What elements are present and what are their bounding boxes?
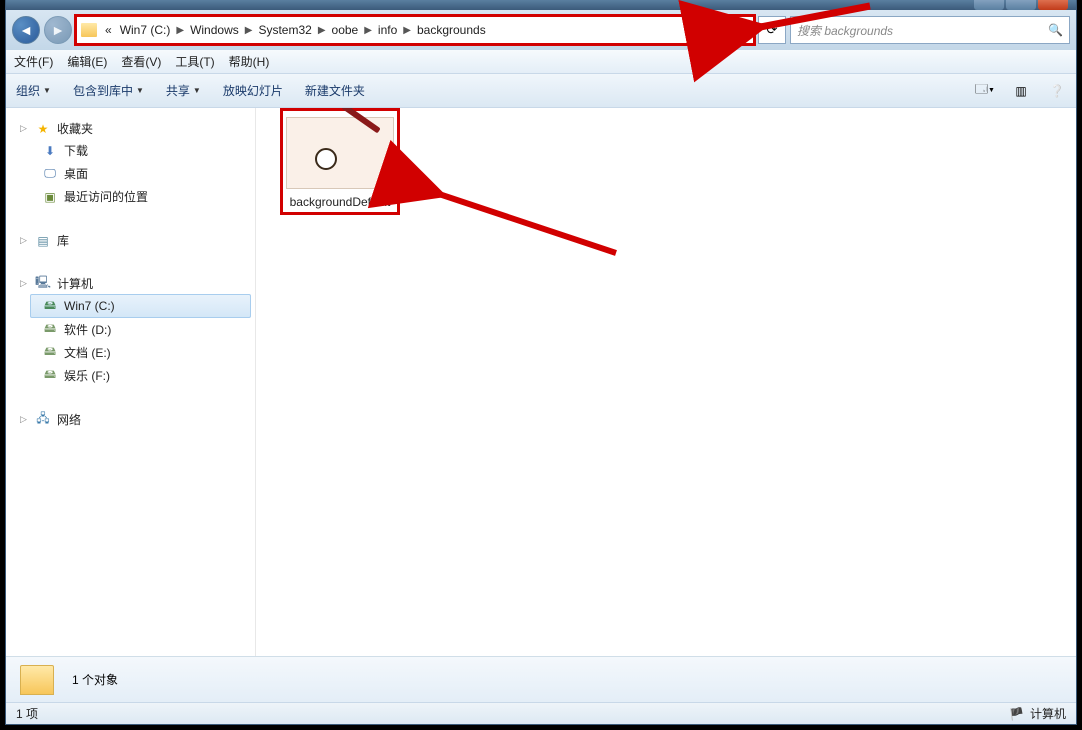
tool-slideshow[interactable]: 放映幻灯片: [223, 82, 283, 99]
window-titlebar: [6, 0, 1076, 10]
breadcrumb-windows[interactable]: Windows: [186, 23, 243, 37]
refresh-button[interactable]: ⟳: [758, 16, 786, 44]
status-left: 1 项: [16, 705, 38, 722]
back-button[interactable]: ◄: [12, 16, 40, 44]
sidebar-desktop[interactable]: 🖵桌面: [20, 162, 251, 185]
address-dropdown[interactable]: ▼: [728, 25, 749, 35]
sidebar-libraries[interactable]: ▷▤库: [20, 230, 251, 251]
object-count: 1 个对象: [72, 671, 118, 688]
preview-pane-icon[interactable]: ▥: [1012, 82, 1030, 100]
drive-icon: 🖴: [42, 345, 58, 361]
address-bar[interactable]: « Win7 (C:) ▶ Windows ▶ System32 ▶ oobe …: [76, 16, 754, 44]
sidebar-favorites[interactable]: ▷★收藏夹: [20, 118, 251, 139]
file-item[interactable]: backgroundDefault: [280, 108, 400, 215]
breadcrumb-oobe[interactable]: oobe: [328, 23, 363, 37]
status-bar: 1 项 🏴 计算机: [6, 702, 1076, 724]
status-right: 计算机: [1030, 705, 1066, 722]
tool-share[interactable]: 共享▼: [166, 82, 201, 99]
folder-icon: [20, 665, 54, 695]
chevron-right-icon[interactable]: ▶: [243, 25, 255, 36]
file-name: backgroundDefault: [285, 195, 395, 210]
tool-organize[interactable]: 组织▼: [16, 82, 51, 99]
sidebar-computer[interactable]: ▷🖳计算机: [20, 273, 251, 294]
menu-help[interactable]: 帮助(H): [229, 53, 270, 70]
navigation-pane: ▷★收藏夹 ⬇下载 🖵桌面 ▣最近访问的位置 ▷▤库 ▷🖳计算机 🖴Win7 (…: [6, 108, 256, 656]
network-icon: 🖧: [35, 412, 51, 428]
sidebar-drive-e[interactable]: 🖴文档 (E:): [20, 341, 251, 364]
file-thumbnail: [286, 117, 394, 189]
breadcrumb-backgrounds[interactable]: backgrounds: [413, 23, 490, 37]
breadcrumb-root[interactable]: «: [101, 23, 116, 37]
menu-bar: 文件(F) 编辑(E) 查看(V) 工具(T) 帮助(H): [6, 50, 1076, 74]
chevron-right-icon[interactable]: ▶: [174, 25, 186, 36]
navigation-row: ◄ ► « Win7 (C:) ▶ Windows ▶ System32 ▶ o…: [6, 10, 1076, 50]
sidebar-recent[interactable]: ▣最近访问的位置: [20, 185, 251, 208]
menu-tools[interactable]: 工具(T): [175, 53, 214, 70]
sidebar-downloads[interactable]: ⬇下载: [20, 139, 251, 162]
chevron-right-icon[interactable]: ▶: [362, 25, 374, 36]
search-placeholder: 搜索 backgrounds: [797, 22, 893, 39]
drive-icon: 🖴: [42, 298, 58, 314]
content-pane[interactable]: backgroundDefault: [256, 108, 1076, 656]
minimize-button[interactable]: [974, 0, 1004, 10]
sidebar-drive-d[interactable]: 🖴软件 (D:): [20, 318, 251, 341]
help-icon[interactable]: ❔: [1048, 82, 1066, 100]
details-pane: 1 个对象: [6, 656, 1076, 702]
sidebar-network[interactable]: ▷🖧网络: [20, 409, 251, 430]
chevron-right-icon[interactable]: ▶: [401, 25, 413, 36]
maximize-button[interactable]: [1006, 0, 1036, 10]
folder-icon: [81, 23, 97, 37]
annotation-arrow: [426, 143, 626, 268]
menu-view[interactable]: 查看(V): [121, 53, 161, 70]
toolbar: 组织▼ 包含到库中▼ 共享▼ 放映幻灯片 新建文件夹 🗔▼ ▥ ❔: [6, 74, 1076, 108]
menu-file[interactable]: 文件(F): [14, 53, 53, 70]
flag-icon: 🏴: [1009, 707, 1024, 721]
drive-icon: 🖴: [42, 322, 58, 338]
breadcrumb-system32[interactable]: System32: [254, 23, 315, 37]
search-icon[interactable]: 🔍: [1048, 23, 1063, 37]
sidebar-drive-f[interactable]: 🖴娱乐 (F:): [20, 364, 251, 387]
recent-icon: ▣: [42, 189, 58, 205]
breadcrumb-drive[interactable]: Win7 (C:): [116, 23, 175, 37]
drive-icon: 🖴: [42, 368, 58, 384]
library-icon: ▤: [35, 233, 51, 249]
menu-edit[interactable]: 编辑(E): [67, 53, 107, 70]
sidebar-drive-c[interactable]: 🖴Win7 (C:): [30, 294, 251, 318]
desktop-icon: 🖵: [42, 166, 58, 182]
star-icon: ★: [35, 121, 51, 137]
breadcrumb-info[interactable]: info: [374, 23, 401, 37]
close-button[interactable]: [1038, 0, 1068, 10]
view-options-icon[interactable]: 🗔▼: [976, 82, 994, 100]
computer-icon: 🖳: [35, 276, 51, 292]
tool-include[interactable]: 包含到库中▼: [73, 82, 144, 99]
chevron-right-icon[interactable]: ▶: [316, 25, 328, 36]
tool-newfolder[interactable]: 新建文件夹: [305, 82, 365, 99]
download-icon: ⬇: [42, 143, 58, 159]
search-input[interactable]: 搜索 backgrounds 🔍: [790, 16, 1070, 44]
forward-button[interactable]: ►: [44, 16, 72, 44]
